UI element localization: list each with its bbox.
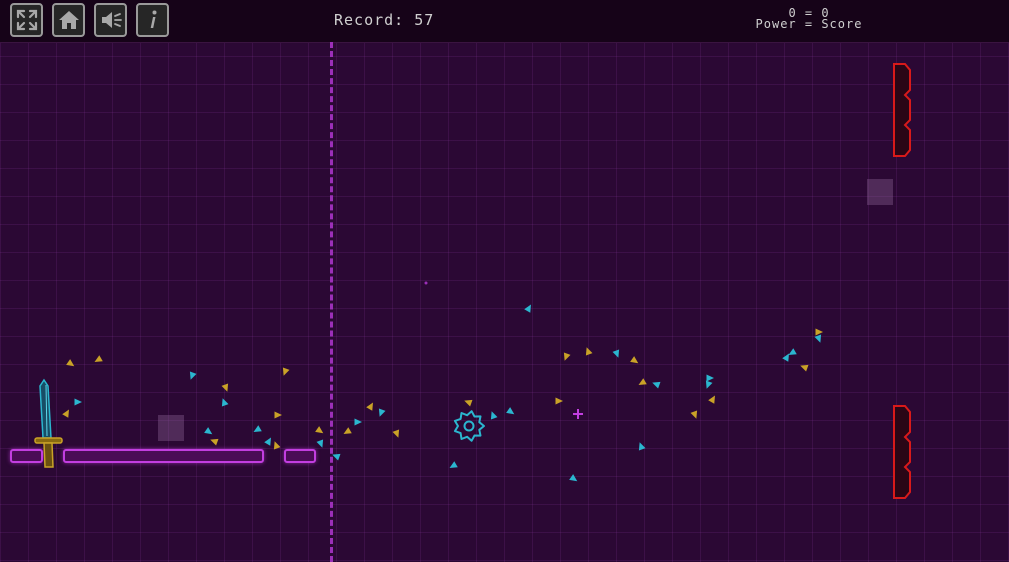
play-field [34,281,823,482]
gold-particle [315,426,324,434]
cyan-particle [569,474,578,482]
particles [62,304,823,482]
cyan-particle [814,334,822,343]
gold-particle [392,429,400,438]
gold-particle [273,441,281,450]
gold-particle [630,356,639,364]
sword-icon [34,378,63,468]
gold-particle [343,427,352,434]
gold-particle [563,352,571,361]
cyan-particle [652,381,661,389]
gold-particle [366,402,373,411]
cyan-particle [264,437,271,446]
gold-particle [464,399,473,407]
cyan-particle [74,398,82,406]
cyan-particle [332,453,341,461]
gold-particle [815,328,823,336]
crosshair-icon [573,409,583,419]
cyan-particle [638,442,646,451]
cyan-particle [449,461,458,468]
gold-particle [585,347,593,356]
cyan-particle [204,427,213,435]
cyan-particle [706,374,714,382]
tiny-dot [424,281,428,285]
gold-particle [62,409,69,418]
cyan-particle [221,398,229,407]
gold-particle [555,397,563,405]
cyan-particle [524,304,531,313]
cyan-particle [612,349,620,358]
gear-icon [453,410,485,442]
gold-particle [282,367,290,376]
cyan-particle [354,418,362,426]
cyan-particle [189,371,197,380]
gold-particle [94,355,103,362]
gold-particle [638,378,647,385]
cyan-particle [316,439,324,448]
cyan-particle [506,407,515,415]
gold-particle [708,395,715,404]
gold-particle [221,383,229,392]
gold-particle [274,411,282,419]
gold-particle [800,364,809,372]
gold-particle [690,410,698,419]
cyan-particle [253,425,262,432]
cyan-particle [378,408,386,417]
cyan-particle [705,380,713,389]
gold-particle [66,359,75,367]
gold-particle [210,438,219,446]
cyan-particle [490,411,498,420]
